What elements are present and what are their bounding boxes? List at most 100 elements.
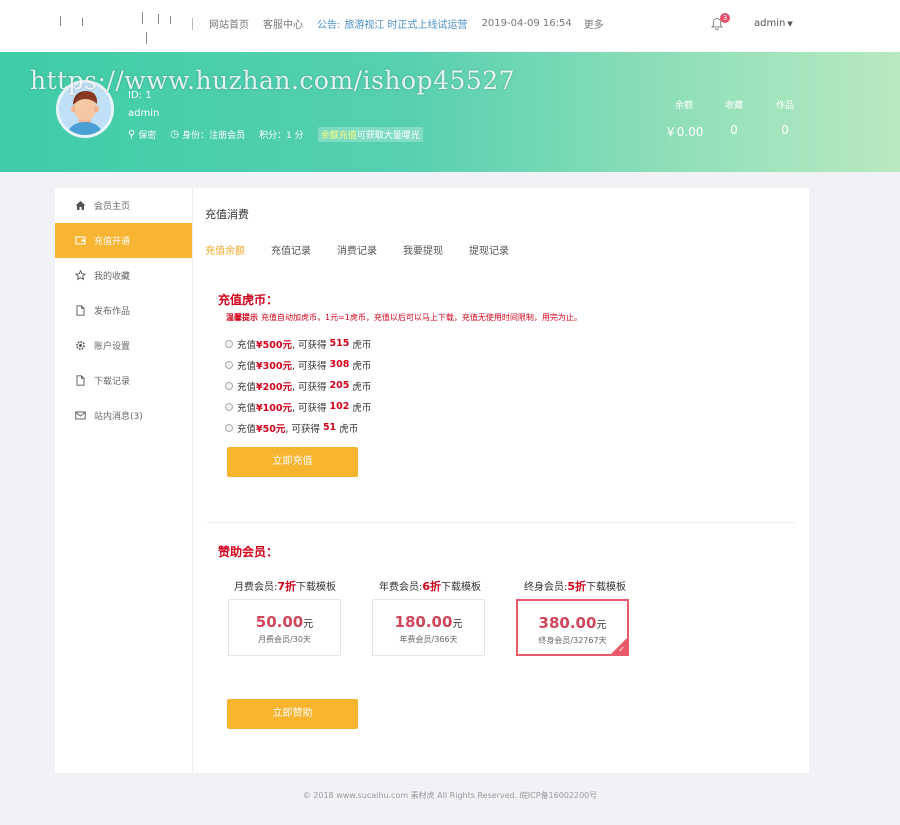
nav-link-service[interactable]: 客服中心	[263, 16, 303, 31]
option-mid: , 可获得	[291, 360, 327, 372]
sidebar-item-label: 发布作品	[94, 307, 131, 317]
recharge-option[interactable]: 充值 ¥200元 , 可获得 205 虎币	[225, 375, 371, 396]
tab-recharge-balance[interactable]: 充值余额	[205, 242, 245, 257]
promo-link[interactable]: 余额充值 可获取大量曝光	[317, 127, 423, 142]
option-coins: 51	[322, 422, 337, 433]
plan-card-yearly[interactable]: 180.00元 年费会员/366天	[372, 599, 485, 656]
radio-button[interactable]	[225, 423, 233, 432]
option-suffix: 虎币	[339, 423, 359, 435]
sidebar-item-favorites[interactable]: 我的收藏	[55, 258, 192, 293]
top-nav: 网站首页 客服中心 公告: 旅游视江 时正式上线试运营 2019-04-09 1…	[192, 16, 618, 31]
plan-heading-prefix: 终身会员:	[524, 582, 568, 593]
plan-heading-yearly: 年费会员:6折下载模板	[379, 578, 481, 594]
sidebar-item-member-home[interactable]: 会员主页	[55, 188, 192, 223]
option-mid: , 可获得	[285, 423, 320, 435]
stat-label: 余额	[674, 101, 693, 111]
plan-price: 50.00元	[229, 613, 340, 631]
radio-button[interactable]	[225, 360, 233, 369]
radio-button[interactable]	[225, 339, 233, 348]
plan-discount: 6折	[422, 580, 442, 593]
gender-label: 保密	[138, 131, 157, 141]
option-amount: ¥100元	[256, 402, 292, 414]
home-icon	[74, 200, 86, 212]
stat-value: 0	[730, 123, 738, 137]
user-menu[interactable]: admin ▼	[754, 18, 793, 29]
radio-button[interactable]	[225, 381, 233, 390]
sponsor-now-button[interactable]: 立即赞助	[227, 699, 358, 729]
gear-icon	[74, 340, 86, 352]
plan-price-value: 50.00	[255, 613, 304, 631]
recharge-option[interactable]: 充值 ¥100元 , 可获得 102 虎币	[225, 396, 371, 417]
sidebar-item-label: 站内消息(3)	[94, 412, 143, 422]
sidebar-item-label: 我的收藏	[94, 272, 131, 282]
plan-price-unit: 元	[452, 619, 463, 630]
sidebar-item-downloads[interactable]: 下载记录	[55, 363, 192, 398]
option-prefix: 充值	[237, 402, 257, 414]
option-prefix: 充值	[237, 360, 257, 372]
option-mid: , 可获得	[291, 339, 327, 351]
plan-heading-prefix: 年费会员:	[379, 582, 423, 593]
plan-card-lifetime[interactable]: 380.00元 终身会员/32767天 ✓	[516, 599, 629, 656]
plan-heading-monthly: 月费会员:7折下载模板	[234, 578, 336, 594]
sidebar: 会员主页 充值开通 我的收藏 发布作品 账户设置 下载记录 站内消息(3)	[55, 188, 193, 773]
stat-value: 0	[781, 123, 789, 137]
tab-consumption-records[interactable]: 消费记录	[337, 242, 377, 257]
tab-recharge-records[interactable]: 充值记录	[271, 242, 311, 257]
sidebar-item-settings[interactable]: 账户设置	[55, 328, 192, 363]
stat-works: 作品 0	[767, 98, 803, 137]
plan-price-unit: 元	[596, 620, 607, 631]
plan-heading-prefix: 月费会员:	[234, 582, 278, 593]
gender-icon: ⚲	[128, 129, 136, 140]
tab-withdraw-records[interactable]: 提现记录	[469, 242, 509, 257]
option-suffix: 虎币	[352, 381, 372, 393]
sidebar-item-publish[interactable]: 发布作品	[55, 293, 192, 328]
sidebar-item-recharge[interactable]: 充值开通	[55, 223, 192, 258]
recharge-options: 充值 ¥500元 , 可获得 515 虎币 充值 ¥300元 , 可获得 308…	[225, 333, 371, 438]
plan-heading-suffix: 下载模板	[296, 582, 337, 593]
sidebar-item-label: 充值开通	[94, 237, 131, 247]
option-mid: , 可获得	[291, 402, 327, 414]
plan-discount: 5折	[567, 580, 587, 593]
stat-label: 收藏	[724, 101, 743, 111]
nav-link-home[interactable]: 网站首页	[209, 16, 249, 31]
notice-more-link[interactable]: 更多	[584, 16, 604, 31]
user-name: admin	[128, 108, 160, 119]
user-info-row: ⚲ 保密 ◷ 身份：注册会员 积分：1 分 余额充值 可获取大量曝光	[128, 127, 437, 142]
document-icon	[74, 375, 86, 387]
option-prefix: 充值	[237, 381, 257, 393]
site-logo[interactable]	[60, 12, 180, 48]
option-amount: ¥500元	[256, 339, 292, 351]
option-mid: , 可获得	[291, 381, 327, 393]
section-divider	[207, 522, 795, 523]
recharge-option[interactable]: 充值 ¥50元 , 可获得 51 虎币	[225, 417, 371, 438]
option-amount: ¥200元	[256, 381, 292, 393]
page-title: 充值消费	[205, 208, 249, 221]
radio-button[interactable]	[225, 402, 233, 411]
sponsor-title: 赞助会员：	[218, 545, 279, 559]
option-amount: ¥300元	[256, 360, 292, 372]
tab-bar: 充值余额 充值记录 消费记录 我要提现 提现记录	[205, 242, 535, 257]
points-info: 积分：1 分	[259, 131, 304, 141]
plan-price-value: 380.00	[538, 614, 597, 632]
stat-label: 作品	[775, 101, 794, 111]
recharge-title: 充值虎币：	[218, 293, 279, 307]
option-suffix: 虎币	[352, 402, 372, 414]
tab-withdraw[interactable]: 我要提现	[403, 242, 443, 257]
recharge-now-button[interactable]: 立即充值	[227, 447, 358, 477]
plan-price: 380.00元	[518, 614, 627, 632]
plan-description: 月费会员/30天	[258, 635, 311, 644]
sidebar-item-label: 会员主页	[94, 202, 131, 212]
promo-text: 可获取大量曝光	[356, 131, 420, 141]
stat-balance: 余额 ￥0.00	[662, 98, 706, 140]
main-panel: 充值消费 充值余额 充值记录 消费记录 我要提现 提现记录 充值虎币： 温馨提示…	[193, 188, 809, 773]
identity-info: ◷ 身份：注册会员	[170, 128, 245, 141]
recharge-option[interactable]: 充值 ¥500元 , 可获得 515 虎币	[225, 333, 371, 354]
notice-text[interactable]: 旅游视江 时正式上线试运营	[344, 16, 467, 31]
notice-date: 2019-04-09 16:54	[481, 18, 572, 29]
identity-label: 身份：注册会员	[182, 131, 246, 141]
plan-card-monthly[interactable]: 50.00元 月费会员/30天	[228, 599, 341, 656]
plan-discount: 7折	[277, 580, 297, 593]
sidebar-item-messages[interactable]: 站内消息(3)	[55, 398, 192, 433]
notification-badge: 3	[720, 13, 730, 23]
recharge-option[interactable]: 充值 ¥300元 , 可获得 308 虎币	[225, 354, 371, 375]
